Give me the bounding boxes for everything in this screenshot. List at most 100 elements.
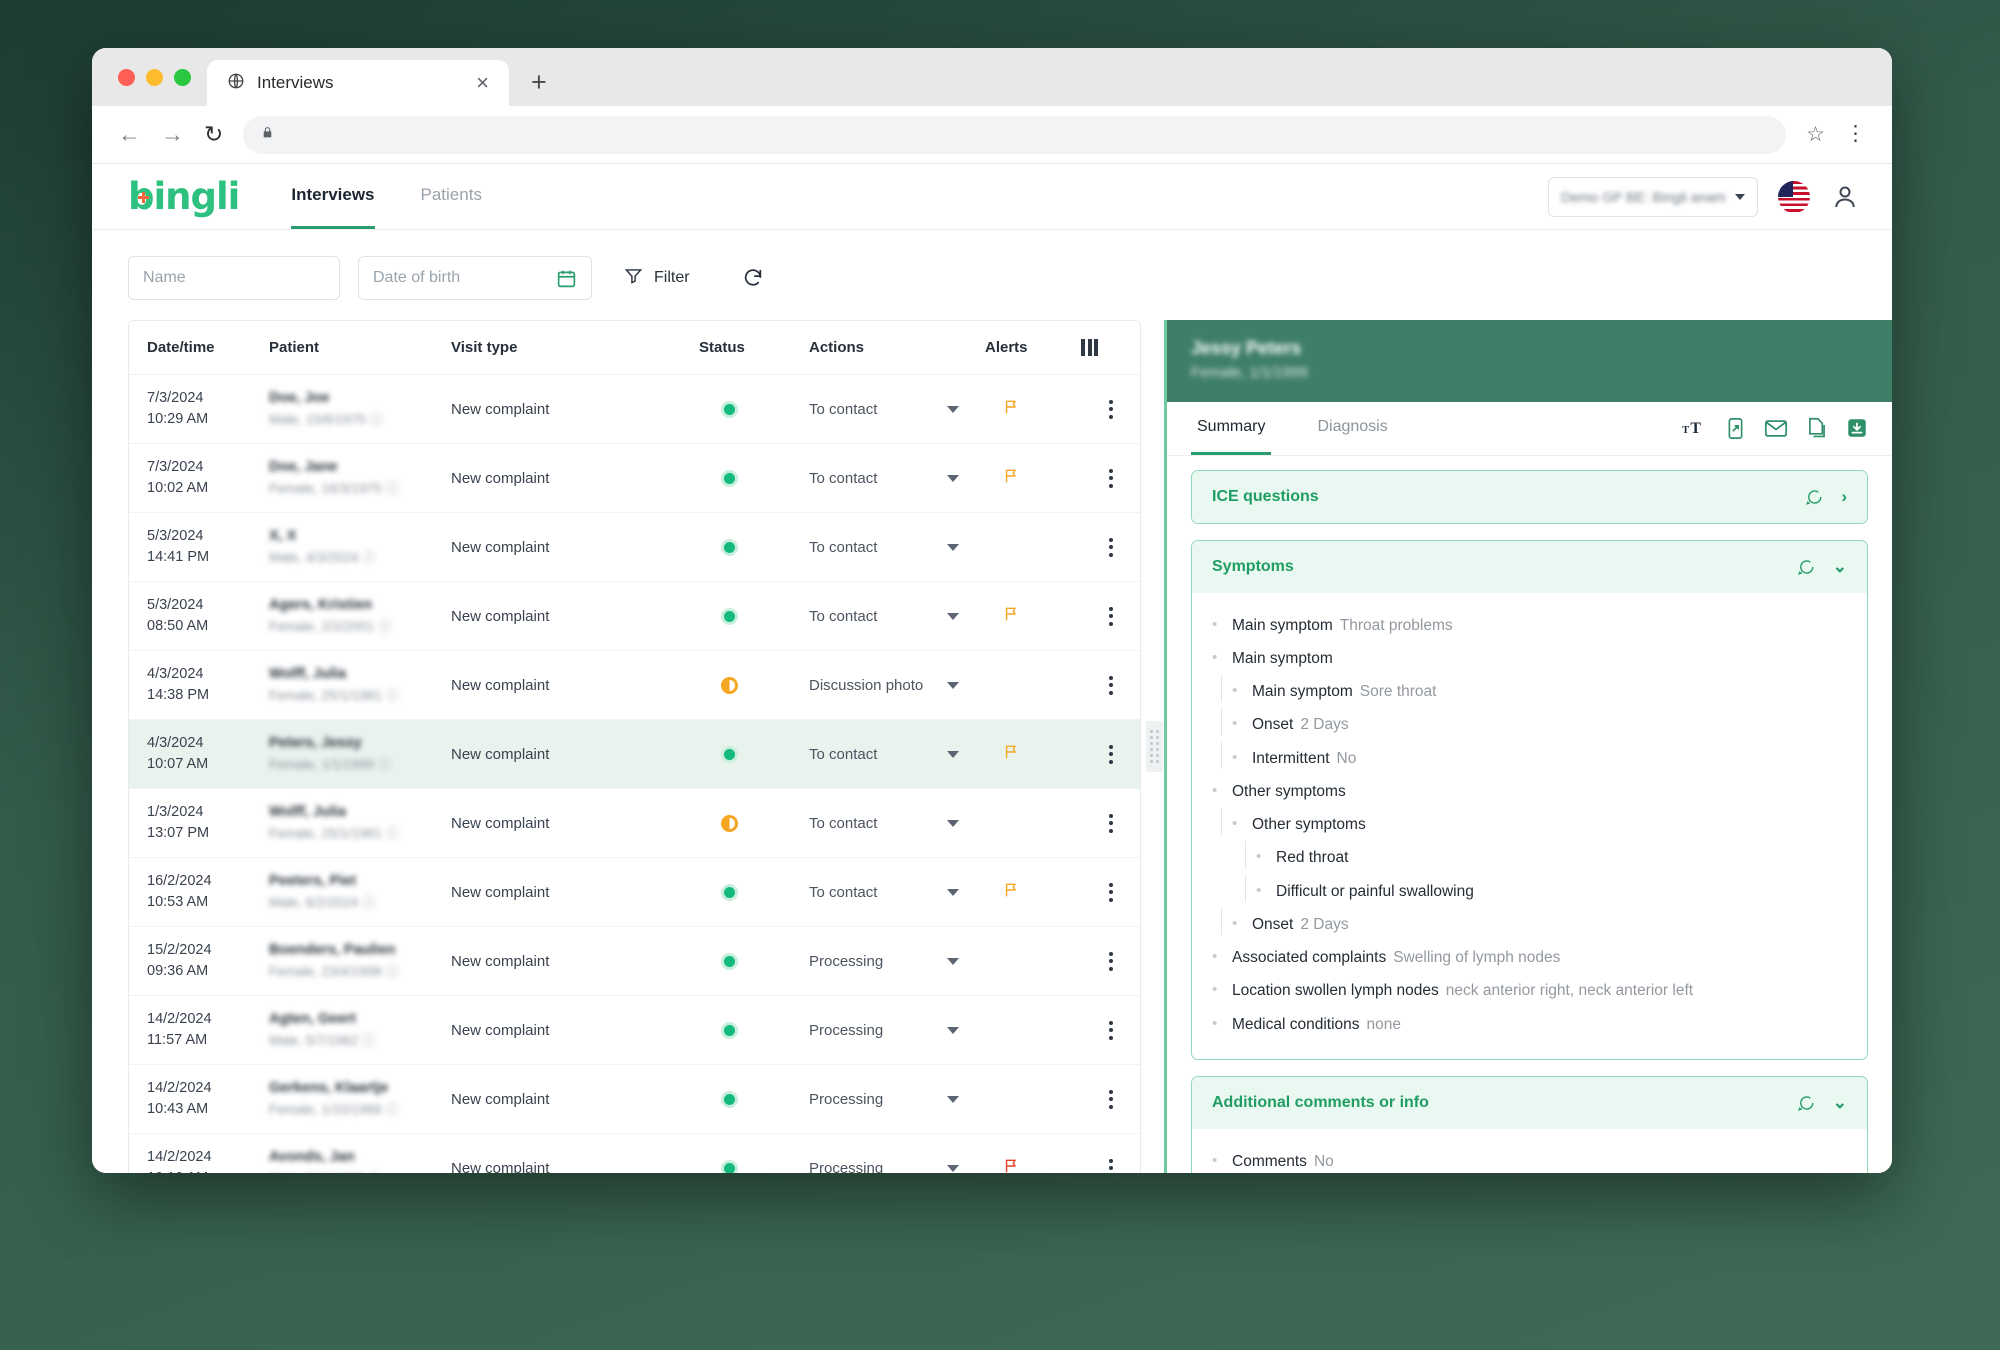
- chevron-down-icon[interactable]: [947, 819, 959, 827]
- cell-actions[interactable]: Processing: [809, 995, 985, 1066]
- new-tab-button[interactable]: +: [531, 67, 547, 106]
- text-size-icon[interactable]: T T: [1682, 418, 1707, 438]
- chevron-down-icon[interactable]: [947, 543, 959, 551]
- chevron-down-icon[interactable]: [947, 1095, 959, 1103]
- account-person-icon[interactable]: [1830, 182, 1860, 212]
- address-bar[interactable]: [243, 115, 1787, 154]
- row-menu-icon[interactable]: [1081, 1158, 1140, 1173]
- cell-row-menu[interactable]: [1081, 857, 1140, 928]
- section-symptoms-header[interactable]: Symptoms ⌄: [1192, 540, 1867, 593]
- chevron-down-icon[interactable]: ⌄: [1833, 557, 1847, 577]
- cell-actions[interactable]: To contact: [809, 581, 985, 652]
- columns-icon[interactable]: [1081, 339, 1140, 356]
- column-header-alerts[interactable]: Alerts: [985, 321, 1081, 375]
- chevron-down-icon[interactable]: [947, 1026, 959, 1034]
- chevron-right-icon[interactable]: ›: [1841, 487, 1847, 507]
- row-menu-icon[interactable]: [1081, 675, 1140, 695]
- chevron-down-icon[interactable]: [947, 474, 959, 482]
- section-ice-questions-header[interactable]: ICE questions ›: [1192, 470, 1867, 523]
- cell-row-menu[interactable]: [1081, 512, 1140, 583]
- cell-row-menu[interactable]: [1081, 374, 1140, 445]
- browser-tab[interactable]: Interviews ×: [207, 60, 509, 106]
- table-row[interactable]: 14/2/2024 11:57 AM Agten, Geert Male, 5/7/1…: [129, 995, 1140, 1066]
- row-menu-icon[interactable]: [1081, 951, 1140, 971]
- cell-actions[interactable]: Discussion photo: [809, 650, 985, 721]
- comment-bubble-icon[interactable]: [1797, 1094, 1815, 1112]
- chevron-down-icon[interactable]: [947, 681, 959, 689]
- column-header-datetime[interactable]: Date/time: [129, 321, 269, 375]
- row-menu-icon[interactable]: [1081, 537, 1140, 557]
- panel-resize-handle[interactable]: [1141, 320, 1167, 1173]
- organization-selector[interactable]: Demo GP BE: Bingli anam...: [1548, 176, 1758, 217]
- column-header-status[interactable]: Status: [699, 321, 809, 375]
- copy-icon[interactable]: [1806, 417, 1828, 440]
- row-menu-icon[interactable]: [1081, 882, 1140, 902]
- cell-actions[interactable]: To contact: [809, 512, 985, 583]
- cell-row-menu[interactable]: [1081, 1064, 1140, 1135]
- column-header-settings[interactable]: [1081, 321, 1140, 375]
- column-header-visit-type[interactable]: Visit type: [451, 321, 699, 375]
- calendar-icon[interactable]: [556, 268, 577, 289]
- cell-actions[interactable]: To contact: [809, 443, 985, 514]
- chevron-down-icon[interactable]: [947, 612, 959, 620]
- nav-tab-patients[interactable]: Patients: [421, 164, 482, 229]
- name-input[interactable]: Name: [128, 256, 340, 300]
- alert-flag-icon[interactable]: [1003, 467, 1020, 489]
- table-row[interactable]: 14/2/2024 10:43 AM Gerkens, Klaartje Female…: [129, 1064, 1140, 1135]
- table-row[interactable]: 4/3/2024 14:38 PM Wolff, Julia Female, 25/1…: [129, 650, 1140, 721]
- row-menu-icon[interactable]: [1081, 1089, 1140, 1109]
- cell-row-menu[interactable]: [1081, 719, 1140, 790]
- column-header-patient[interactable]: Patient: [269, 321, 451, 375]
- tab-summary[interactable]: Summary: [1191, 402, 1272, 455]
- back-icon[interactable]: ←: [118, 121, 141, 148]
- row-menu-icon[interactable]: [1081, 468, 1140, 488]
- alert-flag-icon[interactable]: [1003, 398, 1020, 420]
- cell-actions[interactable]: Processing: [809, 926, 985, 997]
- bookmark-star-icon[interactable]: ☆: [1806, 122, 1825, 147]
- close-window-button[interactable]: [118, 68, 135, 86]
- browser-menu-icon[interactable]: ⋮: [1845, 123, 1866, 144]
- reload-icon[interactable]: ↻: [204, 121, 223, 148]
- maximize-window-button[interactable]: [174, 68, 191, 86]
- cell-actions[interactable]: To contact: [809, 374, 985, 445]
- column-header-actions[interactable]: Actions: [809, 321, 985, 375]
- table-row[interactable]: 5/3/2024 14:41 PM X, X Male, 4/3/2024 ⓘ New …: [129, 512, 1140, 583]
- mobile-share-icon[interactable]: [1725, 417, 1746, 440]
- filter-button[interactable]: Filter: [624, 266, 690, 290]
- email-icon[interactable]: [1764, 418, 1788, 439]
- table-row[interactable]: 1/3/2024 13:07 PM Wolff, Julia Female, 25/1…: [129, 788, 1140, 859]
- comment-bubble-icon[interactable]: [1805, 488, 1823, 506]
- table-row[interactable]: 4/3/2024 10:07 AM Peters, Jessy Female, 1/1…: [129, 719, 1140, 790]
- chevron-down-icon[interactable]: [947, 1164, 959, 1172]
- alert-flag-icon[interactable]: [1003, 1157, 1020, 1173]
- close-tab-button[interactable]: ×: [470, 72, 495, 94]
- row-menu-icon[interactable]: [1081, 744, 1140, 764]
- cell-row-menu[interactable]: [1081, 788, 1140, 859]
- cell-actions[interactable]: To contact: [809, 857, 985, 928]
- table-row[interactable]: 7/3/2024 10:29 AM Doe, Joe Male, 15/6/1975 …: [129, 374, 1140, 445]
- cell-actions[interactable]: To contact: [809, 788, 985, 859]
- cell-row-menu[interactable]: [1081, 1133, 1140, 1173]
- cell-row-menu[interactable]: [1081, 650, 1140, 721]
- chevron-down-icon[interactable]: [947, 888, 959, 896]
- refresh-button[interactable]: [742, 267, 764, 289]
- minimize-window-button[interactable]: [146, 68, 163, 86]
- cell-actions[interactable]: Processing: [809, 1133, 985, 1173]
- cell-row-menu[interactable]: [1081, 581, 1140, 652]
- forward-icon[interactable]: →: [161, 121, 184, 148]
- alert-flag-icon[interactable]: [1003, 605, 1020, 627]
- alert-flag-icon[interactable]: [1003, 881, 1020, 903]
- row-menu-icon[interactable]: [1081, 399, 1140, 419]
- section-additional-comments-header[interactable]: Additional comments or info ⌄: [1192, 1076, 1867, 1129]
- cell-row-menu[interactable]: [1081, 443, 1140, 514]
- row-menu-icon[interactable]: [1081, 1020, 1140, 1040]
- tab-diagnosis[interactable]: Diagnosis: [1311, 402, 1393, 455]
- cell-row-menu[interactable]: [1081, 995, 1140, 1066]
- comment-bubble-icon[interactable]: [1797, 558, 1815, 576]
- row-menu-icon[interactable]: [1081, 813, 1140, 833]
- cell-row-menu[interactable]: [1081, 926, 1140, 997]
- nav-tab-interviews[interactable]: Interviews: [291, 164, 375, 229]
- bingli-logo[interactable]: bingli: [128, 175, 240, 218]
- table-row[interactable]: 16/2/2024 10:53 AM Peeters, Piet Male, 6/2/…: [129, 857, 1140, 928]
- alert-flag-icon[interactable]: [1003, 743, 1020, 765]
